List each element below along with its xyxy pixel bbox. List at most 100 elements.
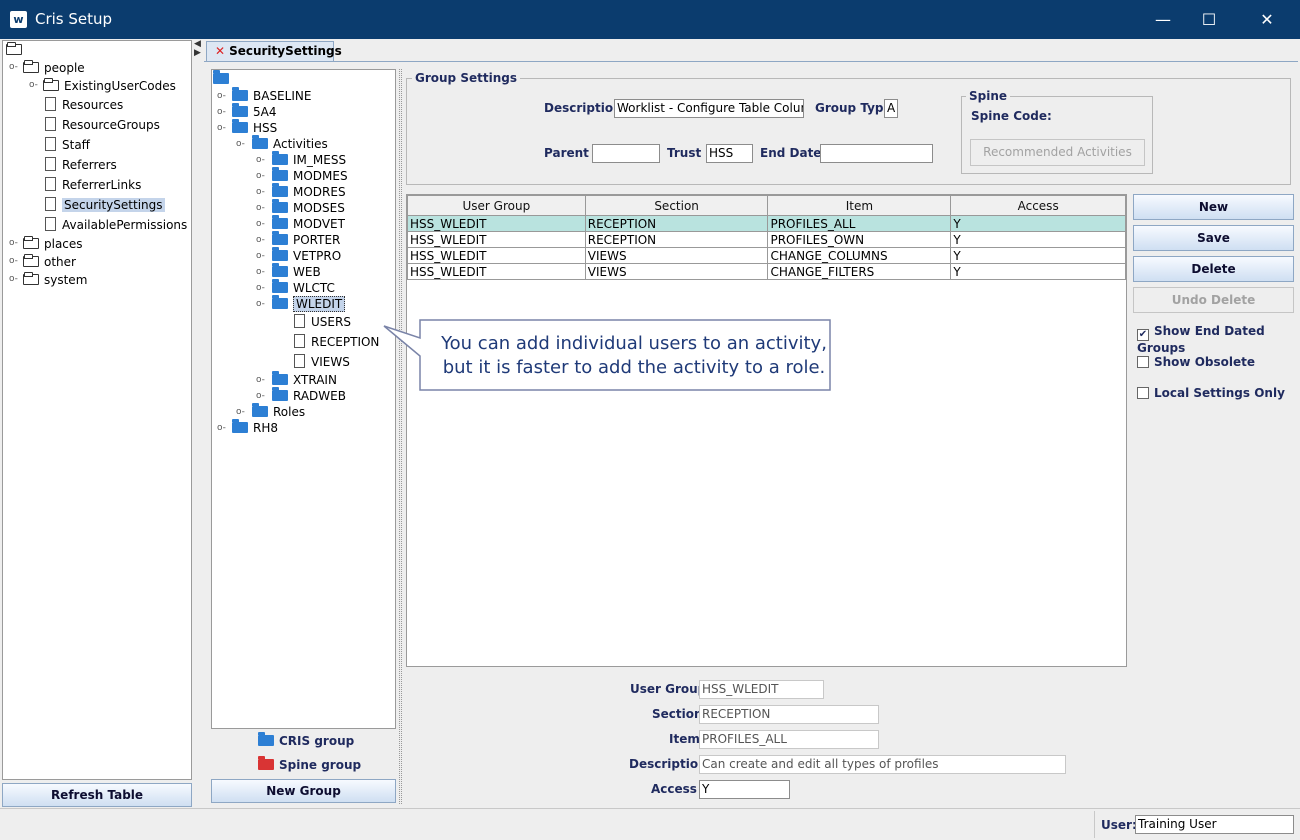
column-header-section[interactable]: Section: [584, 195, 769, 216]
tree-item-places[interactable]: places: [23, 235, 83, 253]
detail-access-field[interactable]: Y: [699, 780, 790, 799]
expand-knob-icon[interactable]: o-: [256, 203, 265, 213]
group-item-reception[interactable]: RECEPTION: [294, 333, 379, 351]
checkbox-checked-icon[interactable]: ✔: [1137, 329, 1149, 341]
column-header-item[interactable]: Item: [767, 195, 952, 216]
group-tree-root-folder-icon[interactable]: [213, 70, 234, 88]
detail-description-field[interactable]: Can create and edit all types of profile…: [699, 755, 1066, 774]
minimize-button[interactable]: —: [1140, 0, 1186, 39]
table-row[interactable]: HSS_WLEDIT RECEPTION PROFILES_OWN Y: [407, 231, 1126, 248]
close-tab-icon[interactable]: ✕: [215, 44, 225, 58]
trust-field[interactable]: HSS: [706, 144, 753, 163]
expand-knob-icon[interactable]: o-: [217, 423, 226, 433]
local-settings-only-checkbox[interactable]: Local Settings Only: [1137, 386, 1285, 400]
document-icon: [294, 334, 305, 348]
document-icon: [45, 97, 56, 111]
undo-delete-button[interactable]: Undo Delete: [1133, 287, 1294, 313]
splitter-handle[interactable]: [399, 69, 402, 804]
expand-knob-icon[interactable]: o-: [9, 238, 18, 248]
folder-open-icon: [272, 295, 288, 309]
checkbox-icon[interactable]: [1137, 387, 1149, 399]
cell-section: RECEPTION: [584, 215, 769, 232]
collapse-knob-icon[interactable]: o-: [236, 139, 245, 149]
refresh-table-button[interactable]: Refresh Table: [2, 783, 192, 807]
expand-knob-icon[interactable]: o-: [256, 283, 265, 293]
folder-icon: [272, 247, 288, 261]
tree-item-referrers[interactable]: Referrers: [45, 156, 117, 174]
column-header-user-group[interactable]: User Group: [407, 195, 586, 216]
column-header-access[interactable]: Access: [950, 195, 1126, 216]
tree-item-other[interactable]: other: [23, 253, 76, 271]
group-item-rh8[interactable]: RH8: [232, 419, 278, 437]
show-end-dated-groups-checkbox[interactable]: ✔ Show End Dated Groups: [1137, 324, 1300, 355]
group-type-field[interactable]: A: [884, 99, 898, 118]
detail-access-label: Access: [651, 782, 697, 796]
expand-knob-icon[interactable]: o-: [256, 235, 265, 245]
expand-knob-icon[interactable]: o-: [256, 155, 265, 165]
end-date-field[interactable]: [820, 144, 933, 163]
close-window-button[interactable]: ✕: [1244, 0, 1290, 39]
expand-knob-icon[interactable]: o-: [9, 274, 18, 284]
tree-item-existingusercodes[interactable]: ExistingUserCodes: [43, 77, 176, 95]
folder-icon: [272, 231, 288, 245]
expand-knob-icon[interactable]: o-: [256, 171, 265, 181]
expand-knob-icon[interactable]: o-: [256, 251, 265, 261]
folder-icon: [23, 60, 39, 73]
expand-knob-icon[interactable]: o-: [256, 375, 265, 385]
table-row[interactable]: HSS_WLEDIT RECEPTION PROFILES_ALL Y: [407, 215, 1126, 232]
detail-item-label: Item: [669, 732, 700, 746]
recommended-activities-button[interactable]: Recommended Activities: [970, 139, 1145, 166]
tree-item-system[interactable]: system: [23, 271, 87, 289]
tree-item-resources[interactable]: Resources: [45, 96, 123, 114]
tree-item-people[interactable]: people: [23, 59, 85, 77]
collapse-knob-icon[interactable]: o-: [256, 299, 265, 309]
status-separator: [1094, 811, 1095, 838]
document-icon: [45, 217, 56, 231]
tree-root-folder-icon[interactable]: [6, 41, 27, 59]
table-row[interactable]: HSS_WLEDIT VIEWS CHANGE_FILTERS Y: [407, 263, 1126, 280]
expand-knob-icon[interactable]: o-: [256, 219, 265, 229]
tree-item-securitysettings[interactable]: SecuritySettings: [45, 196, 165, 214]
expand-knob-icon[interactable]: o-: [9, 62, 18, 72]
spine-legend: Spine: [966, 89, 1011, 103]
detail-section-label: Section: [652, 707, 703, 721]
maximize-button[interactable]: ☐: [1186, 0, 1232, 39]
tree-item-staff[interactable]: Staff: [45, 136, 90, 154]
show-obsolete-checkbox[interactable]: Show Obsolete: [1137, 355, 1255, 369]
expand-knob-icon[interactable]: o-: [256, 187, 265, 197]
cell-item: PROFILES_OWN: [767, 231, 952, 248]
expand-knob-icon[interactable]: o-: [236, 407, 245, 417]
document-icon: [45, 137, 56, 151]
tree-item-referrerlinks[interactable]: ReferrerLinks: [45, 176, 141, 194]
expand-knob-icon[interactable]: o-: [9, 256, 18, 266]
tree-item-resourcegroups[interactable]: ResourceGroups: [45, 116, 160, 134]
group-item-wledit[interactable]: WLEDIT: [272, 295, 346, 313]
expand-knob-icon[interactable]: o-: [29, 80, 38, 90]
expand-knob-icon[interactable]: o-: [217, 107, 226, 117]
tab-divider: [204, 61, 1298, 62]
expand-knob-icon[interactable]: o-: [217, 91, 226, 101]
save-button[interactable]: Save: [1133, 225, 1294, 251]
detail-item-field[interactable]: PROFILES_ALL: [699, 730, 879, 749]
detail-user-group-field[interactable]: HSS_WLEDIT: [699, 680, 824, 699]
checkbox-icon[interactable]: [1137, 356, 1149, 368]
end-date-label: End Date: [760, 146, 822, 160]
parent-label: Parent: [544, 146, 589, 160]
new-group-button[interactable]: New Group: [211, 779, 396, 803]
tab-securitysettings[interactable]: ✕ SecuritySettings: [206, 41, 342, 62]
group-tree: o- BASELINE o- 5A4 o- HSS o- Activities …: [211, 69, 396, 729]
expand-knob-icon[interactable]: o-: [256, 267, 265, 277]
description-field[interactable]: Worklist - Configure Table Column: [614, 99, 804, 118]
collapse-knob-icon[interactable]: o-: [217, 123, 226, 133]
group-item-views[interactable]: VIEWS: [294, 353, 350, 371]
tree-item-availablepermissions[interactable]: AvailablePermissions: [45, 216, 187, 234]
splitter-arrows-icon[interactable]: ◀ ▶: [194, 40, 201, 58]
detail-section-field[interactable]: RECEPTION: [699, 705, 879, 724]
folder-icon: [272, 183, 288, 197]
expand-knob-icon[interactable]: o-: [256, 391, 265, 401]
new-button[interactable]: New: [1133, 194, 1294, 220]
table-row[interactable]: HSS_WLEDIT VIEWS CHANGE_COLUMNS Y: [407, 247, 1126, 264]
delete-button[interactable]: Delete: [1133, 256, 1294, 282]
parent-field[interactable]: [592, 144, 660, 163]
group-item-users[interactable]: USERS: [294, 313, 351, 331]
